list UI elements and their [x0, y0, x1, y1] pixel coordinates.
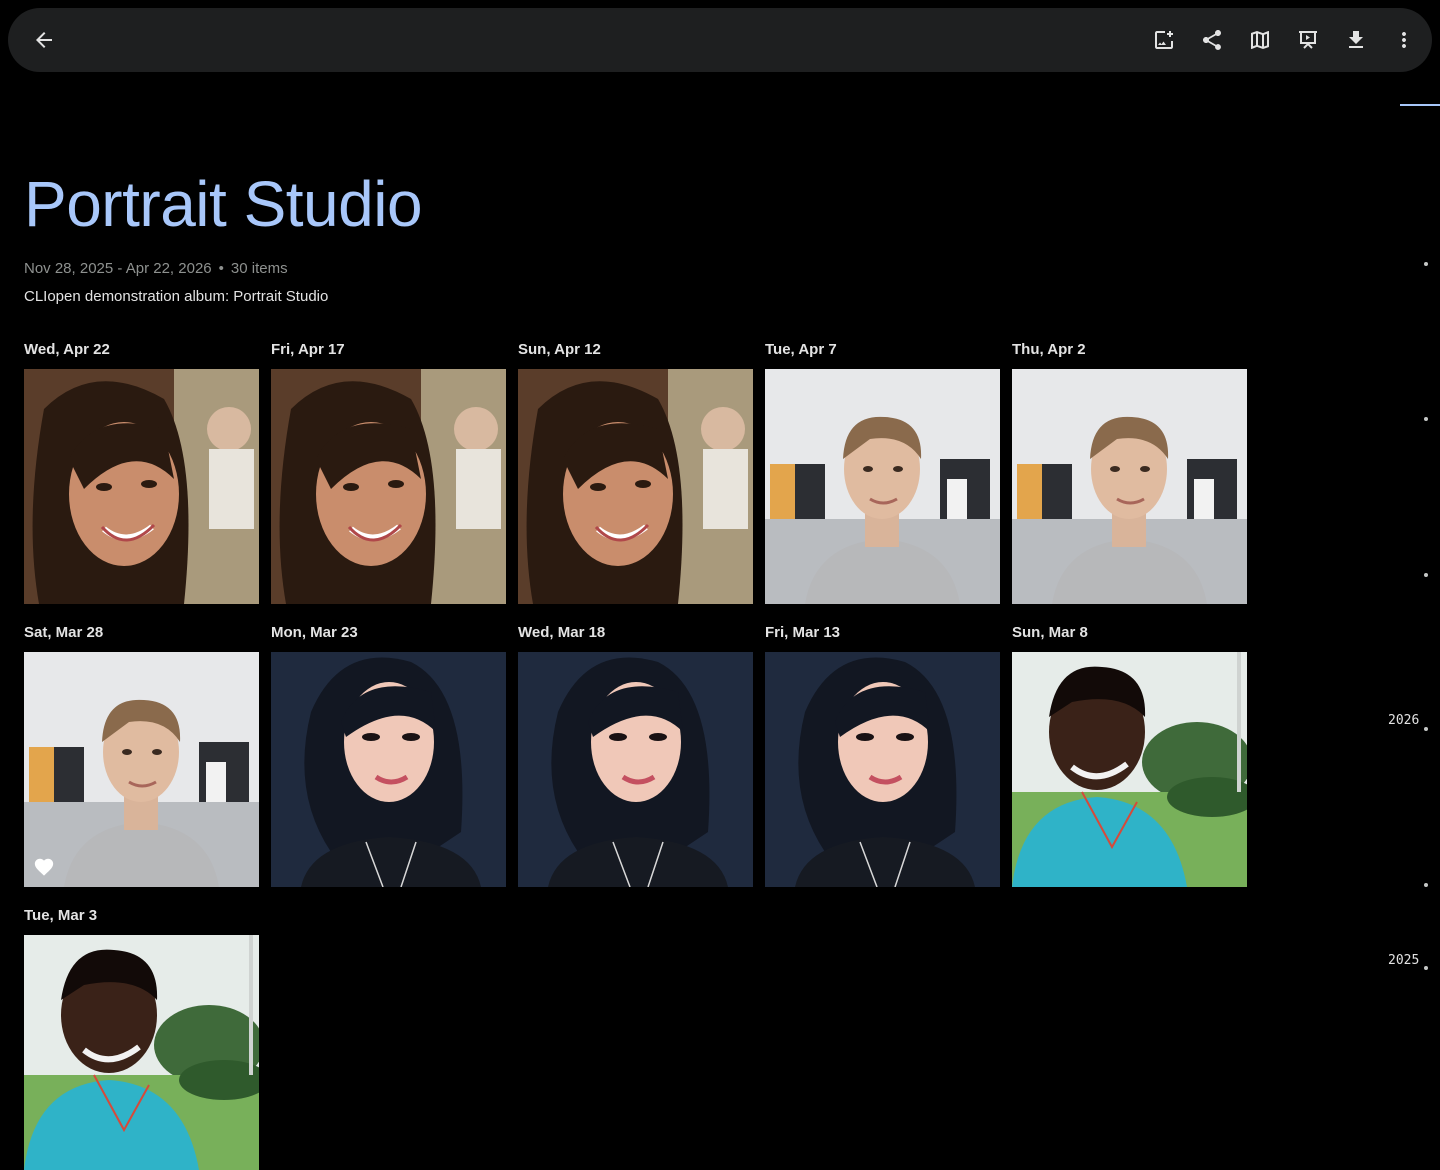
photo-thumbnail[interactable] — [1012, 369, 1247, 604]
top-toolbar — [8, 8, 1432, 72]
scroll-position-indicator — [1400, 104, 1440, 106]
more-options-button[interactable] — [1388, 24, 1420, 56]
timeline-marker[interactable] — [1424, 417, 1428, 421]
photo-thumbnail[interactable] — [765, 652, 1000, 887]
photo-thumbnail[interactable] — [24, 652, 259, 887]
date-header[interactable]: Thu, Apr 2 — [1012, 341, 1086, 358]
favorite-heart-icon[interactable] — [33, 856, 55, 878]
date-header[interactable]: Sat, Mar 28 — [24, 624, 103, 641]
date-header[interactable]: Sun, Mar 8 — [1012, 624, 1088, 641]
timeline-year-2025[interactable]: 2025 — [1388, 953, 1419, 968]
date-header[interactable]: Tue, Mar 3 — [24, 907, 97, 924]
timeline-marker[interactable] — [1424, 727, 1428, 731]
album-title[interactable]: Portrait Studio — [24, 162, 423, 246]
photo-thumbnail[interactable] — [518, 652, 753, 887]
photo-thumbnail[interactable] — [24, 935, 259, 1170]
photo-thumbnail[interactable] — [271, 652, 506, 887]
timeline-marker[interactable] — [1424, 573, 1428, 577]
date-header[interactable]: Fri, Apr 17 — [271, 341, 345, 358]
map-button[interactable] — [1244, 24, 1276, 56]
add-photos-button[interactable] — [1148, 24, 1180, 56]
album-item-count: 30 items — [230, 260, 288, 277]
date-header[interactable]: Tue, Apr 7 — [765, 341, 837, 358]
slideshow-icon — [1299, 31, 1317, 49]
date-header[interactable]: Fri, Mar 13 — [765, 624, 840, 641]
download-icon — [1349, 31, 1363, 48]
photo-thumbnail[interactable] — [271, 369, 506, 604]
timeline-year-2026[interactable]: 2026 — [1388, 713, 1419, 728]
back-button[interactable] — [28, 24, 60, 56]
album-description[interactable]: CLIopen demonstration album: Portrait St… — [24, 288, 328, 305]
slideshow-button[interactable] — [1292, 24, 1324, 56]
album-meta: Nov 28, 2025 - Apr 22, 2026 • 30 items — [24, 260, 288, 277]
timeline-marker[interactable] — [1424, 262, 1428, 266]
date-header[interactable]: Mon, Mar 23 — [271, 624, 358, 641]
date-header[interactable]: Wed, Mar 18 — [518, 624, 605, 641]
date-header[interactable]: Wed, Apr 22 — [24, 341, 110, 358]
photo-thumbnail[interactable] — [765, 369, 1000, 604]
arrow-back-icon — [36, 32, 52, 48]
more-vert-icon — [1402, 32, 1406, 48]
share-icon — [1203, 30, 1221, 50]
add-photo-icon — [1155, 31, 1173, 49]
date-header[interactable]: Sun, Apr 12 — [518, 341, 601, 358]
map-icon — [1251, 31, 1269, 49]
meta-separator: • — [218, 260, 224, 277]
photo-thumbnail[interactable] — [518, 369, 753, 604]
timeline-marker[interactable] — [1424, 883, 1428, 887]
photo-thumbnail[interactable] — [24, 369, 259, 604]
timeline-marker[interactable] — [1424, 966, 1428, 970]
download-button[interactable] — [1340, 24, 1372, 56]
photo-thumbnail[interactable] — [1012, 652, 1247, 887]
album-date-range: Nov 28, 2025 - Apr 22, 2026 — [24, 260, 212, 277]
share-button[interactable] — [1196, 24, 1228, 56]
